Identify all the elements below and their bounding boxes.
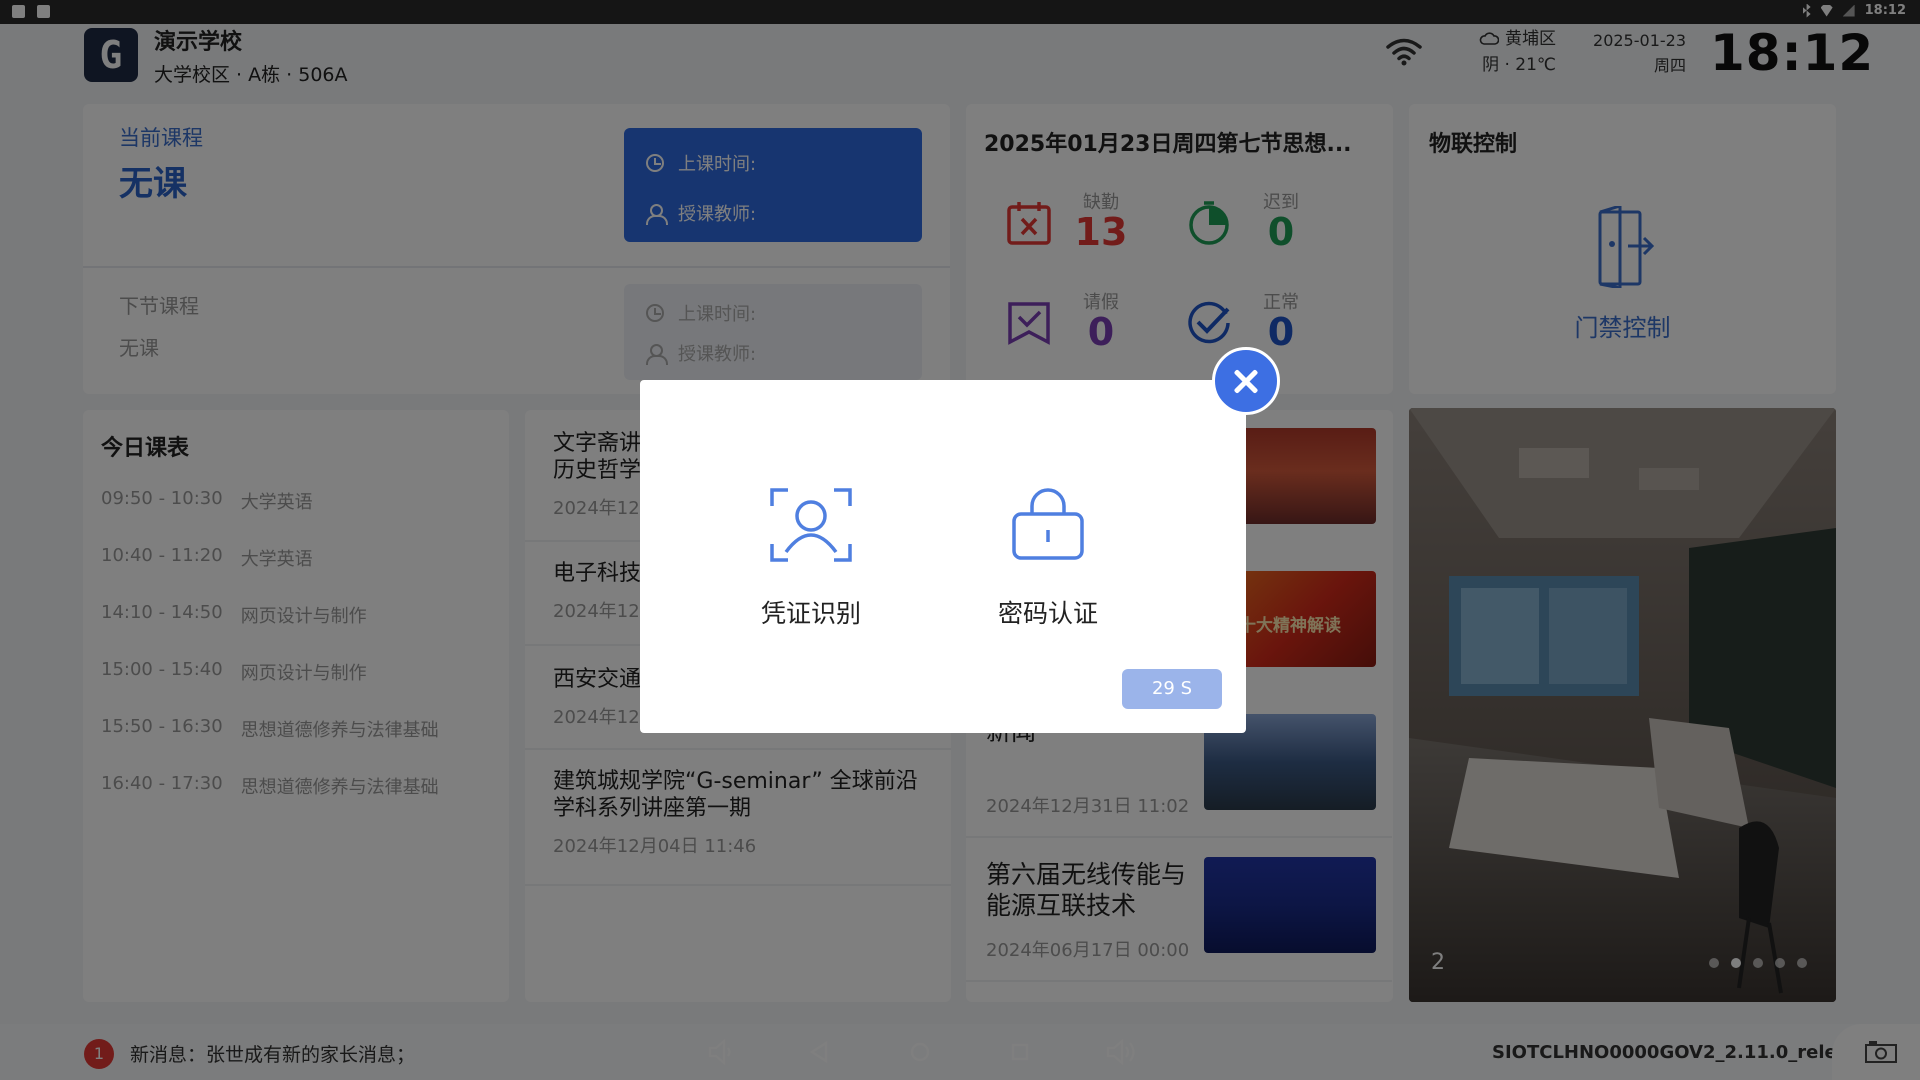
lock-icon [1012, 488, 1084, 560]
credential-recognition-label: 凭证识别 [760, 599, 861, 628]
auth-dialog: 凭证识别 密码认证 29 S [640, 380, 1246, 733]
countdown-timer: 29 S [1122, 669, 1222, 709]
password-auth-option[interactable]: 密码认证 [968, 486, 1128, 630]
credential-recognition-option[interactable]: 凭证识别 [731, 486, 891, 630]
face-scan-icon [770, 488, 852, 562]
password-auth-label: 密码认证 [997, 599, 1098, 628]
close-dialog-button[interactable] [1212, 347, 1280, 415]
